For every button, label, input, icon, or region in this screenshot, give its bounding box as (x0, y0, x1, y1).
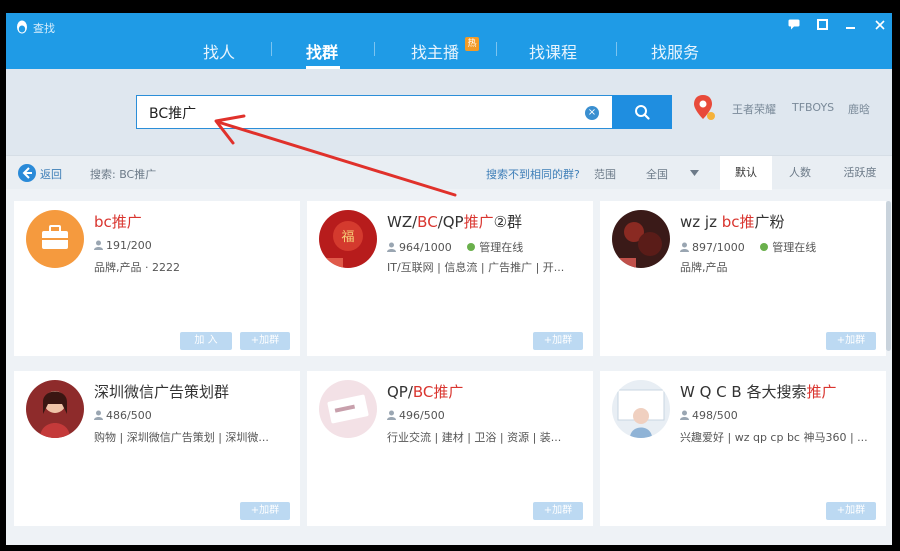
back-link[interactable]: 返回 (40, 166, 62, 182)
group-avatar: 福 (319, 210, 377, 268)
group-tags: 品牌,产品 · 2222 (94, 261, 180, 274)
admin-online: 管理在线 (467, 239, 523, 255)
online-dot-icon (467, 243, 476, 251)
find-window: 查找 找人 找群 找主播 找课程 找服务 热 BC推广 × 王者荣耀 TFBOY… (6, 13, 892, 545)
group-meta: 486/500 (94, 409, 152, 422)
results-toolbar: 返回 搜索: BC推广 搜索不到相同的群? 范围 全国 默认 人数 活跃度 (6, 155, 892, 190)
user-icon (94, 240, 103, 250)
group-name[interactable]: bc推广 (94, 211, 142, 232)
nav-separator (496, 42, 497, 56)
group-card[interactable]: 深圳微信广告策划群 486/500 购物 | 深圳微信广告策划 | 深圳微...… (14, 371, 300, 526)
app-title: 查找 (33, 22, 55, 35)
hot-word[interactable]: 王者荣耀 (732, 101, 776, 117)
group-avatar (319, 380, 377, 438)
group-card[interactable]: W Q C B 各大搜索推广 498/500 兴趣爱好 | wz qp cp b… (600, 371, 886, 526)
join-button[interactable]: 加 入 (180, 332, 232, 350)
chevron-down-icon[interactable] (690, 170, 699, 176)
add-group-button[interactable]: +加群 (240, 332, 290, 350)
add-group-button[interactable]: +加群 (826, 502, 876, 520)
group-avatar (26, 380, 84, 438)
svg-text:福: 福 (341, 230, 354, 245)
sort-tab-members[interactable]: 人数 (774, 156, 826, 190)
group-tags: 购物 | 深圳微信广告策划 | 深圳微... (94, 431, 269, 444)
nav-tabs: 找人 找群 找主播 找课程 找服务 (6, 37, 892, 69)
nav-separator (616, 42, 617, 56)
group-meta: 498/500 (680, 409, 738, 422)
add-group-button[interactable]: +加群 (240, 502, 290, 520)
group-avatar (612, 210, 670, 268)
online-dot-icon (760, 243, 769, 251)
group-meta: 191/200 (94, 239, 152, 252)
tab-find-courses[interactable]: 找课程 (529, 39, 577, 63)
group-name[interactable]: WZ/BC/QP推广②群 (387, 211, 522, 232)
group-meta: 897/1000 管理在线 (680, 239, 816, 255)
group-card[interactable]: wz jz bc推广粉 897/1000 管理在线 品牌,产品 +加群 (600, 201, 886, 356)
minimize-icon[interactable] (842, 19, 858, 33)
search-box: × (136, 95, 614, 129)
user-icon (680, 242, 689, 252)
clear-search-icon[interactable]: × (585, 106, 599, 120)
hot-word[interactable]: 鹿晗 (848, 101, 870, 117)
user-icon (387, 242, 396, 252)
not-found-link[interactable]: 搜索不到相同的群? (486, 166, 580, 182)
member-count: 191/200 (106, 239, 152, 252)
group-meta: 964/1000 管理在线 (387, 239, 523, 255)
add-group-button[interactable]: +加群 (826, 332, 876, 350)
tab-find-groups[interactable]: 找群 (306, 39, 338, 63)
group-meta: 496/500 (387, 409, 445, 422)
user-icon (94, 410, 103, 420)
member-count: 496/500 (399, 409, 445, 422)
maximize-icon[interactable] (814, 19, 830, 33)
group-name[interactable]: wz jz bc推广粉 (680, 211, 785, 232)
tab-find-people[interactable]: 找人 (203, 39, 235, 63)
hot-badge: 热 (465, 37, 479, 51)
group-card[interactable]: bc推广 191/200 品牌,产品 · 2222 加 入 +加群 (14, 201, 300, 356)
admin-online: 管理在线 (760, 239, 816, 255)
group-name[interactable]: QP/BC推广 (387, 381, 463, 402)
sort-tab-activity[interactable]: 活跃度 (832, 156, 888, 190)
location-pin-icon[interactable] (692, 93, 720, 123)
search-area: × 王者荣耀 TFBOYS 鹿晗 (6, 69, 892, 155)
nav-separator (374, 42, 375, 56)
member-count: 897/1000 (692, 241, 745, 254)
user-icon (387, 410, 396, 420)
scope-label: 范围 (594, 168, 616, 181)
back-arrow-icon[interactable] (18, 164, 36, 182)
search-query-label: 搜索: BC推广 (90, 168, 157, 181)
user-icon (680, 410, 689, 420)
group-tags: 兴趣爱好 | wz qp cp bc 神马360 | ... (680, 431, 868, 444)
tab-find-streamers[interactable]: 找主播 (411, 39, 459, 63)
qq-penguin-icon (17, 20, 27, 34)
member-count: 486/500 (106, 409, 152, 422)
member-count: 964/1000 (399, 241, 452, 254)
add-group-button[interactable]: +加群 (533, 332, 583, 350)
group-tags: IT/互联网 | 信息流 | 广告推广 | 开... (387, 261, 565, 274)
title-bar: 查找 找人 找群 找主播 找课程 找服务 热 (6, 13, 892, 69)
search-button[interactable] (612, 95, 672, 129)
group-tags: 品牌,产品 (680, 261, 728, 274)
close-icon[interactable] (872, 19, 888, 33)
group-avatar (26, 210, 84, 268)
hot-word[interactable]: TFBOYS (792, 101, 834, 114)
group-card[interactable]: QP/BC推广 496/500 行业交流 | 建材 | 卫浴 | 资源 | 装.… (307, 371, 593, 526)
results-scrollbar[interactable] (886, 201, 891, 351)
nav-separator (271, 42, 272, 56)
search-input[interactable] (149, 104, 569, 122)
group-tags: 行业交流 | 建材 | 卫浴 | 资源 | 装... (387, 431, 562, 444)
tab-find-services[interactable]: 找服务 (651, 39, 699, 63)
member-count: 498/500 (692, 409, 738, 422)
chat-icon[interactable] (786, 19, 802, 33)
add-group-button[interactable]: +加群 (533, 502, 583, 520)
group-avatar (612, 380, 670, 438)
scope-select[interactable]: 全国 (646, 166, 668, 182)
group-name[interactable]: W Q C B 各大搜索推广 (680, 381, 837, 402)
group-card[interactable]: 福 WZ/BC/QP推广②群 964/1000 管理在线 IT/互联网 | 信息… (307, 201, 593, 356)
search-icon (635, 105, 650, 120)
group-name[interactable]: 深圳微信广告策划群 (94, 381, 229, 402)
sort-tab-default[interactable]: 默认 (720, 156, 772, 190)
